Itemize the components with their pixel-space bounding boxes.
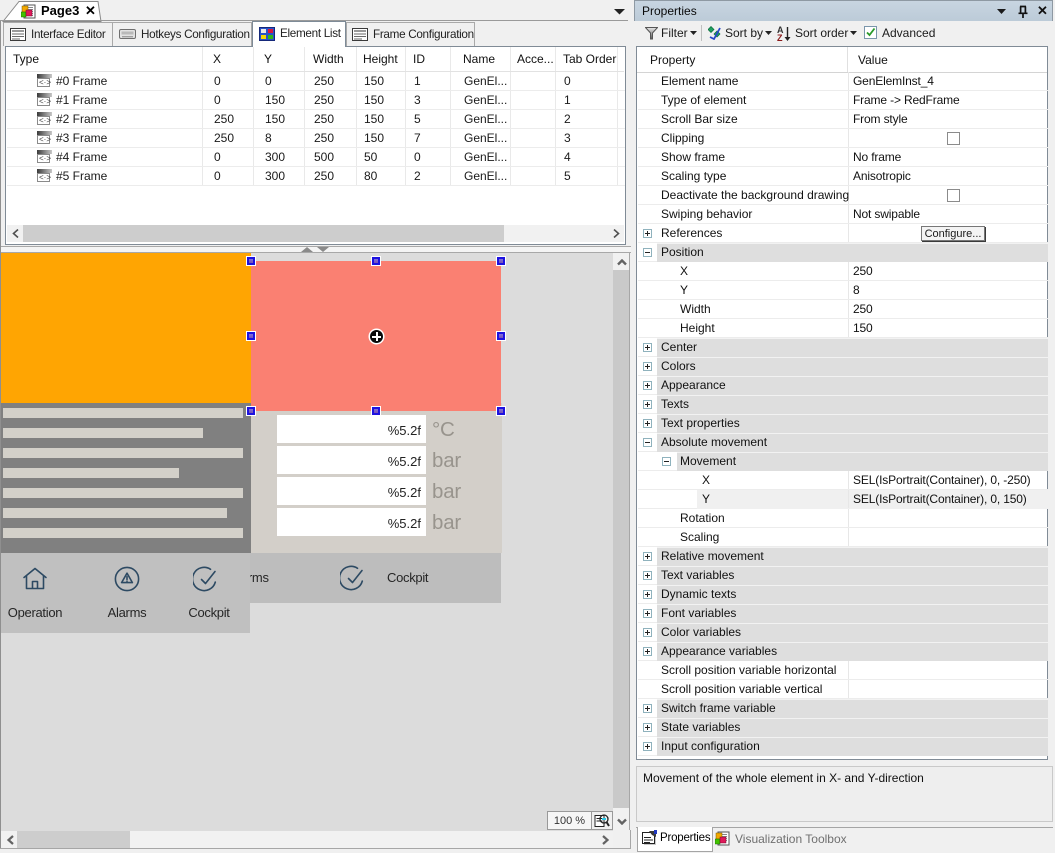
svg-text:<·>: <·> <box>39 78 51 87</box>
svg-text:<·>: <·> <box>39 154 51 163</box>
svg-text:<·>: <·> <box>39 173 51 182</box>
svg-text:<·>: <·> <box>39 116 51 125</box>
svg-text:<·>: <·> <box>39 97 51 106</box>
svg-text:<·>: <·> <box>39 135 51 144</box>
svg-text:Z: Z <box>777 33 783 42</box>
